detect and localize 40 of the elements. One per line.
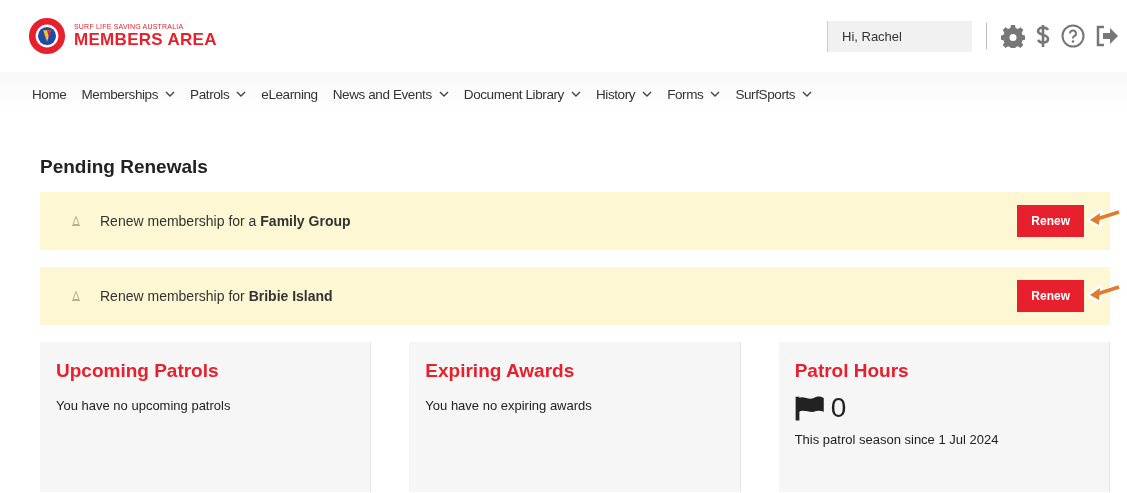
club-logo [28, 17, 66, 55]
chevron-down-icon[interactable] [438, 91, 449, 97]
card-text: You have no upcoming patrols [56, 398, 232, 413]
help-icon[interactable] [1061, 24, 1085, 48]
chevron-down-icon[interactable] [165, 91, 176, 97]
nav-menu-item[interactable]: SurfSports [735, 86, 813, 102]
chevron-down-icon[interactable] [710, 91, 721, 97]
card-title: Expiring Awards [425, 360, 576, 382]
flag-icon [794, 395, 825, 421]
nav-menu-item[interactable]: Home [32, 86, 67, 102]
bell-icon [70, 215, 82, 227]
renew-button[interactable]: Renew [1017, 205, 1084, 237]
renewal-message: Renew membership for a Family Group [100, 213, 352, 229]
user-greeting[interactable]: Hi, Rachel [827, 20, 972, 52]
nav-menu-item[interactable]: Patrols [190, 86, 247, 102]
card-title: Patrol Hours [794, 360, 910, 382]
card-text: This patrol season since 1 Jul 2024 [794, 432, 1000, 447]
renew-button[interactable]: Renew [1017, 280, 1084, 312]
section-heading: Pending Renewals [40, 156, 209, 178]
card-text: You have no expiring awards [425, 398, 593, 413]
settings-icon[interactable] [1001, 24, 1025, 48]
nav-menu-item[interactable]: Memberships [81, 86, 176, 102]
chevron-down-icon[interactable] [802, 91, 813, 97]
chevron-down-icon[interactable] [570, 91, 581, 97]
nav-menu-item[interactable]: Forms [667, 86, 721, 102]
pointer-arrow-drawing [1086, 208, 1120, 228]
site-title: MEMBERS AREA [74, 29, 217, 50]
nav-menu-item[interactable]: eLearning [261, 86, 318, 102]
chevron-down-icon[interactable] [236, 91, 247, 97]
renewal-message: Renew membership for Bribie Island [100, 288, 334, 304]
nav-menu-item[interactable]: History [595, 86, 653, 102]
nav-menu-item[interactable]: News and Events [332, 86, 449, 102]
bell-icon [70, 290, 82, 302]
dollar-icon[interactable] [1035, 24, 1051, 48]
chevron-down-icon[interactable] [642, 91, 653, 97]
nav-menu-item[interactable]: Document Library [463, 86, 581, 102]
pointer-arrow-drawing [1086, 283, 1120, 303]
logout-icon[interactable] [1095, 24, 1119, 48]
card-title: Upcoming Patrols [56, 360, 220, 382]
hours-value: 0 [830, 392, 847, 424]
